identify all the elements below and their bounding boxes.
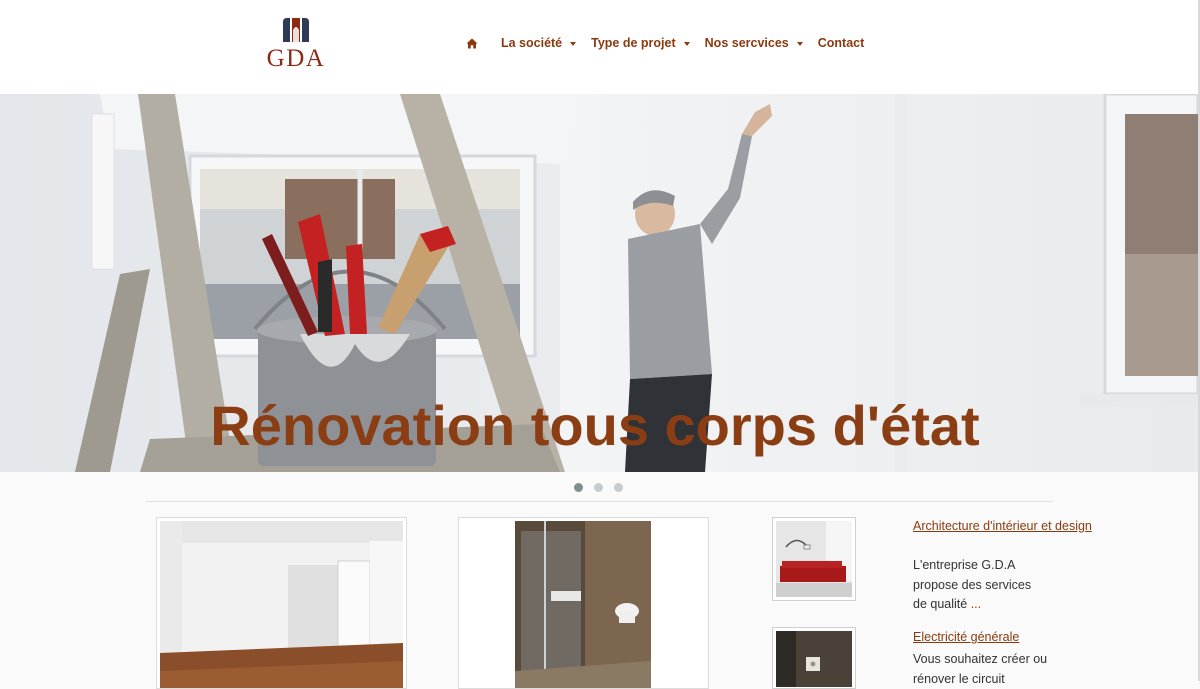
thumb-electricite[interactable] [772, 627, 856, 689]
nav-label: La société [501, 36, 563, 50]
nav-contact[interactable]: Contact [818, 36, 865, 50]
empty-room-image [160, 521, 403, 688]
site-logo[interactable]: GDA [262, 14, 330, 74]
nav-nos-services[interactable]: Nos sercvices [705, 36, 803, 50]
section-divider [146, 501, 1053, 502]
read-more-link[interactable]: ... [971, 597, 981, 611]
main-nav: La société Type de projet Nos sercvices … [466, 34, 879, 52]
sidebar-text-architecture: L'entreprise G.D.A propose des services … [913, 556, 1048, 615]
nav-home[interactable] [466, 38, 478, 49]
logo-text: GDA [266, 45, 326, 72]
sidebar-link-architecture[interactable]: Architecture d'intérieur et design [913, 518, 1092, 535]
slider-dots [574, 483, 634, 492]
nav-type-de-projet[interactable]: Type de projet [591, 36, 690, 50]
nav-la-societe[interactable]: La société [501, 36, 577, 50]
chevron-down-icon [796, 41, 803, 46]
nav-label: Type de projet [591, 36, 676, 50]
slide-dot-1[interactable] [574, 483, 583, 492]
home-icon [466, 38, 478, 48]
sidebar-link-electricite[interactable]: Electricité générale [913, 629, 1019, 646]
thumb-architecture[interactable] [772, 517, 856, 601]
nav-label: Nos sercvices [704, 36, 789, 50]
nav-label: Contact [817, 36, 865, 50]
living-room-thumb [776, 521, 852, 597]
chevron-down-icon [683, 41, 690, 46]
hero-slider[interactable]: Rénovation tous corps d'état [0, 94, 1198, 472]
project-card-empty-room[interactable] [156, 517, 407, 689]
site-header: GDA La société Type de projet Nos sercvi… [0, 0, 1198, 94]
sidebar-text-electricite: Vous souhaitez créer ou rénover le circu… [913, 652, 1048, 686]
chevron-down-icon [570, 41, 577, 46]
slide-dot-3[interactable] [614, 483, 623, 492]
project-card-bathroom[interactable] [458, 517, 709, 689]
bathroom-image [515, 521, 651, 688]
hero-title: Rénovation tous corps d'état [210, 394, 980, 457]
electricity-thumb [776, 631, 852, 687]
logo-arch-icon [283, 18, 309, 42]
slide-dot-2[interactable] [594, 483, 603, 492]
